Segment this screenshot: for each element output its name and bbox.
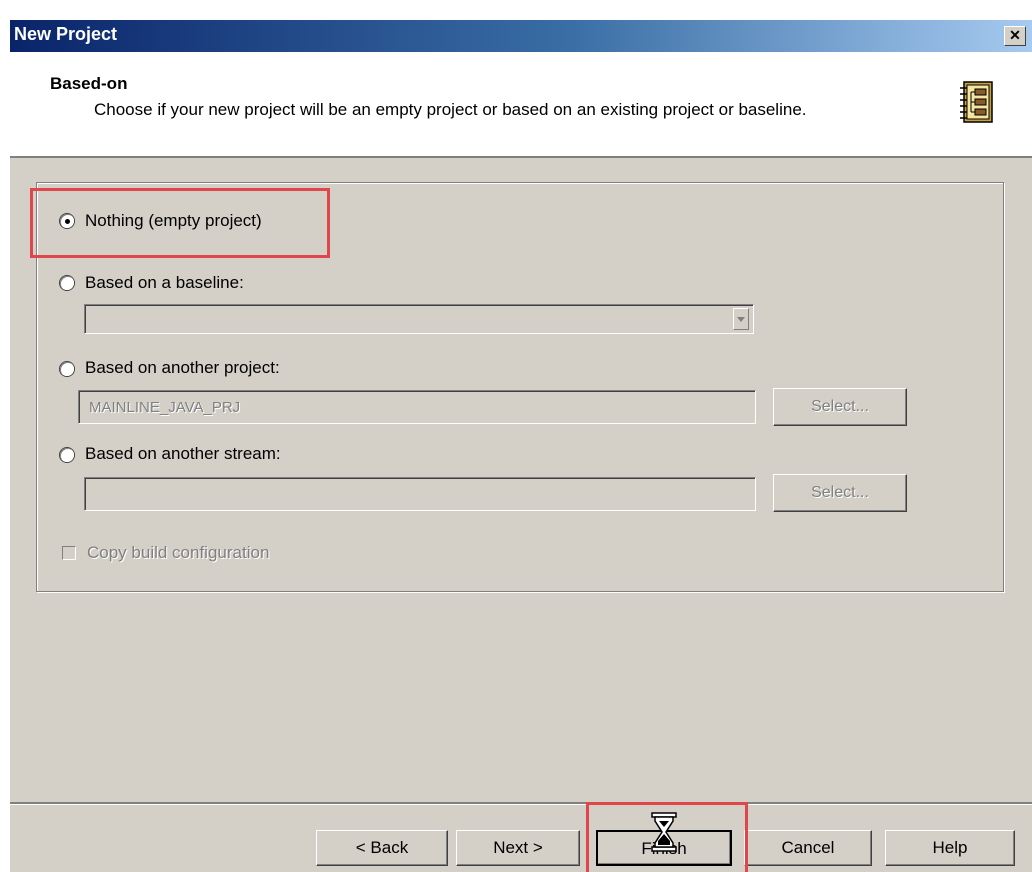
footer-divider — [10, 802, 1032, 805]
radio-another-stream[interactable] — [60, 448, 74, 462]
baseline-dropdown — [84, 304, 754, 334]
close-button[interactable]: ✕ — [1004, 26, 1026, 46]
cancel-button[interactable]: Cancel — [744, 830, 872, 866]
chevron-down-icon — [733, 308, 749, 330]
back-button[interactable]: < Back — [316, 830, 448, 866]
radio-baseline[interactable] — [60, 276, 74, 290]
title-bar — [10, 20, 1032, 52]
radio-another-project[interactable] — [60, 362, 74, 376]
page-description: Choose if your new project will be an em… — [94, 100, 807, 119]
select-project-button: Select... — [773, 388, 907, 426]
radio-another-stream-label[interactable]: Based on another stream: — [85, 444, 281, 464]
highlight-box-nothing — [30, 188, 330, 258]
another-stream-field — [84, 477, 756, 511]
another-project-field: MAINLINE_JAVA_PRJ — [78, 390, 756, 424]
copy-build-config-label: Copy build configuration — [87, 543, 270, 562]
next-button[interactable]: Next > — [456, 830, 580, 866]
radio-baseline-label[interactable]: Based on a baseline: — [85, 273, 244, 293]
hourglass-cursor-icon — [651, 812, 677, 852]
copy-build-config-checkbox — [62, 546, 76, 560]
select-stream-button: Select... — [773, 474, 907, 512]
window-title: New Project — [14, 24, 118, 44]
wizard-notebook-icon — [960, 81, 993, 123]
help-button[interactable]: Help — [885, 830, 1015, 866]
radio-another-project-label[interactable]: Based on another project: — [85, 358, 280, 378]
page-title: Based-on — [50, 74, 128, 93]
